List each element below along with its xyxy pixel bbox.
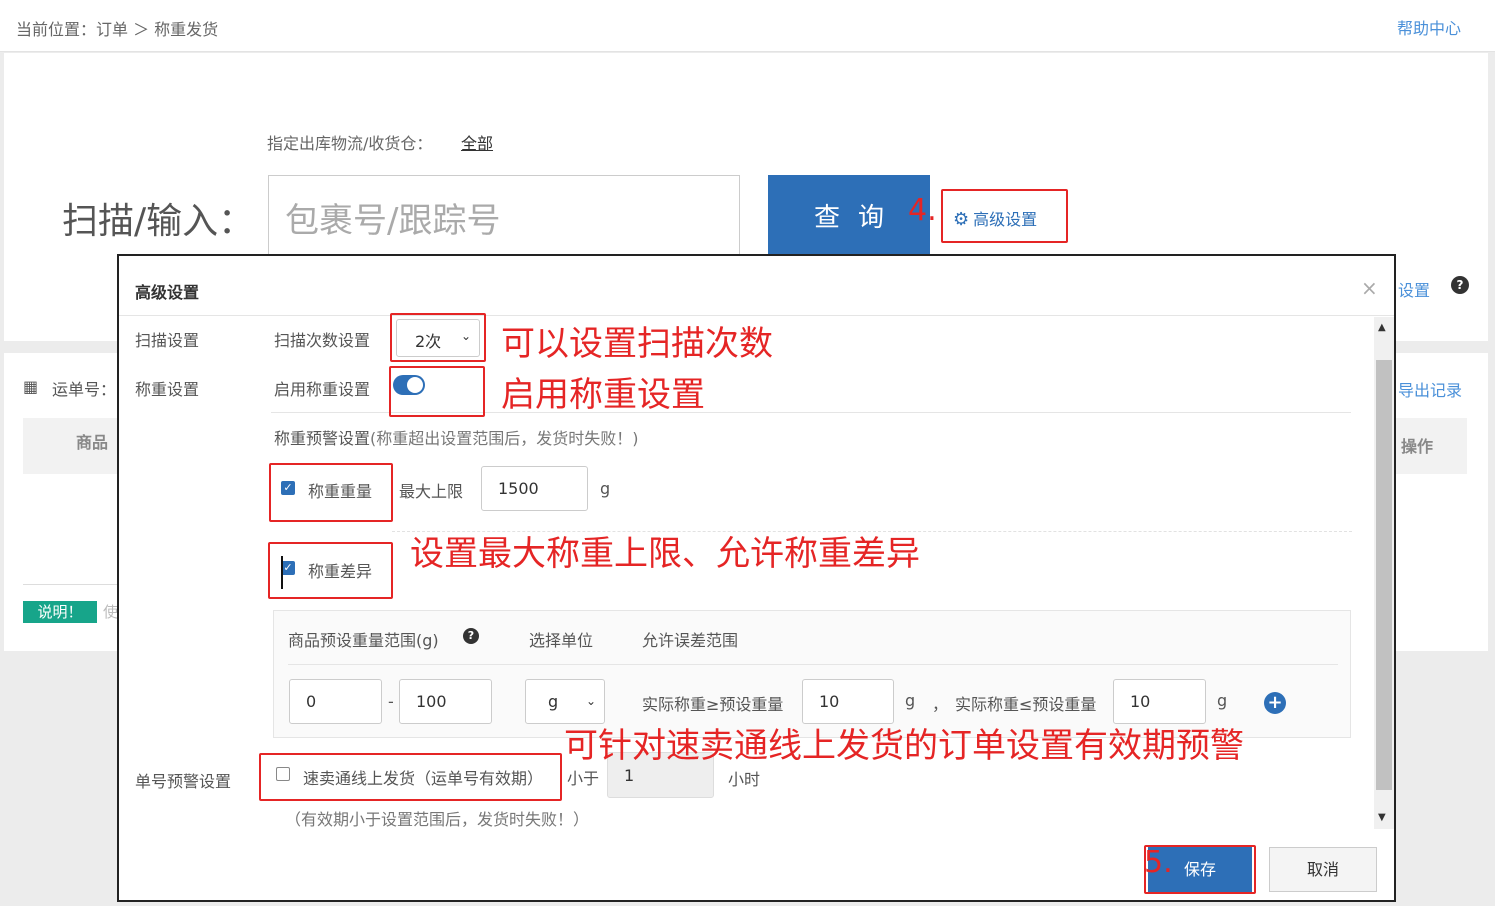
section-order-warning: 单号预警设置 [135, 772, 232, 791]
close-icon[interactable]: × [1361, 276, 1378, 300]
section-weigh-settings: 称重设置 [135, 380, 200, 399]
weigh-warning-note: (称重超出设置范围后，发货时失败！) [370, 429, 639, 448]
column-preset-range: 商品预设重量范围(g) [288, 631, 439, 650]
scroll-up-icon[interactable]: ▲ [1378, 322, 1386, 333]
note-text: 使 [103, 603, 119, 621]
cancel-button[interactable]: 取消 [1269, 847, 1377, 892]
divider [23, 584, 117, 585]
annotation-enable-weigh: 启用称重设置 [501, 375, 705, 415]
warehouse-selector[interactable]: 全部 [461, 130, 493, 154]
annotation-box-weight [269, 463, 393, 522]
warehouse-label: 指定出库物流/收货仓： [267, 134, 433, 153]
advanced-settings-label: 高级设置 [973, 210, 1038, 229]
gear-icon: ⚙ [953, 209, 970, 230]
max-limit-input[interactable]: 1500 [481, 466, 588, 511]
annotation-box-save [1144, 845, 1256, 894]
help-question-icon[interactable]: ? [1451, 276, 1469, 294]
step-4-marker: 4. [908, 193, 937, 228]
breadcrumb: 当前位置：订单 ＞ 称重发货 [16, 20, 219, 39]
column-tolerance: 允许误差范围 [642, 631, 739, 650]
scan-label: 扫描/输入： [62, 201, 255, 242]
ge-label: 实际称重≥预设重量 [642, 695, 784, 714]
le-unit: g [1217, 691, 1228, 710]
le-label: 实际称重≤预设重量 [955, 695, 1097, 714]
export-records-link[interactable]: 导出记录 [1398, 377, 1462, 401]
max-limit-label: 最大上限 [399, 482, 464, 501]
grid-icon: ▦ [23, 377, 39, 396]
weigh-warning-label: 称重预警设置 [274, 429, 371, 448]
advanced-settings-button[interactable]: ⚙ 高级设置 [941, 189, 1068, 243]
weigh-warning-title: 称重预警设置(称重超出设置范围后，发货时失败！) [274, 425, 639, 449]
divider [288, 664, 1338, 665]
column-unit: 选择单位 [529, 631, 594, 650]
annotation-box-scan-count [390, 313, 486, 362]
chevron-down-icon: ⌄ [585, 694, 596, 708]
settings-link[interactable]: 设置 [1398, 277, 1430, 301]
modal-title: 高级设置 [135, 283, 200, 302]
section-scan-settings: 扫描设置 [135, 331, 200, 350]
scrollbar-thumb[interactable] [1376, 360, 1392, 790]
annotation-weight-limits: 设置最大称重上限、允许称重差异 [410, 534, 920, 574]
waybill-label: 运单号： [52, 380, 117, 399]
range-dash: - [388, 692, 394, 711]
annotation-box-express [259, 753, 562, 801]
annotation-box-enable-weigh [389, 366, 485, 417]
column-operation: 操作 [1401, 437, 1434, 456]
enable-weigh-label: 启用称重设置 [274, 380, 371, 399]
top-bar [0, 0, 1495, 52]
query-button[interactable]: 查询 [768, 175, 930, 255]
range-min-input[interactable]: 0 [289, 679, 382, 724]
add-row-button[interactable]: + [1264, 692, 1286, 714]
hours-unit: 小时 [728, 770, 761, 789]
unit-select-value: g [548, 692, 559, 711]
less-than-label: 小于 [567, 769, 600, 788]
help-center-link[interactable]: 帮助中心 [1397, 15, 1461, 39]
ge-unit: g [905, 691, 916, 710]
annotation-box-diff [268, 542, 393, 599]
note-badge: 说明！ [23, 601, 97, 623]
scan-count-label: 扫描次数设置 [274, 331, 371, 350]
max-limit-unit: g [600, 479, 611, 498]
annotation-express-warning: 可针对速卖通线上发货的订单设置有效期预警 [564, 726, 1244, 766]
scan-input[interactable]: 包裹号/跟踪号 [268, 175, 740, 255]
range-max-input[interactable]: 100 [399, 679, 492, 724]
annotation-scan-count: 可以设置扫描次数 [501, 324, 773, 364]
separator: ， [932, 695, 949, 714]
order-warning-note: （有效期小于设置范围后，发货时失败！） [285, 810, 590, 829]
column-goods: 商品 [76, 433, 109, 452]
scroll-down-icon[interactable]: ▼ [1378, 812, 1386, 823]
help-question-icon[interactable]: ? [463, 628, 479, 644]
